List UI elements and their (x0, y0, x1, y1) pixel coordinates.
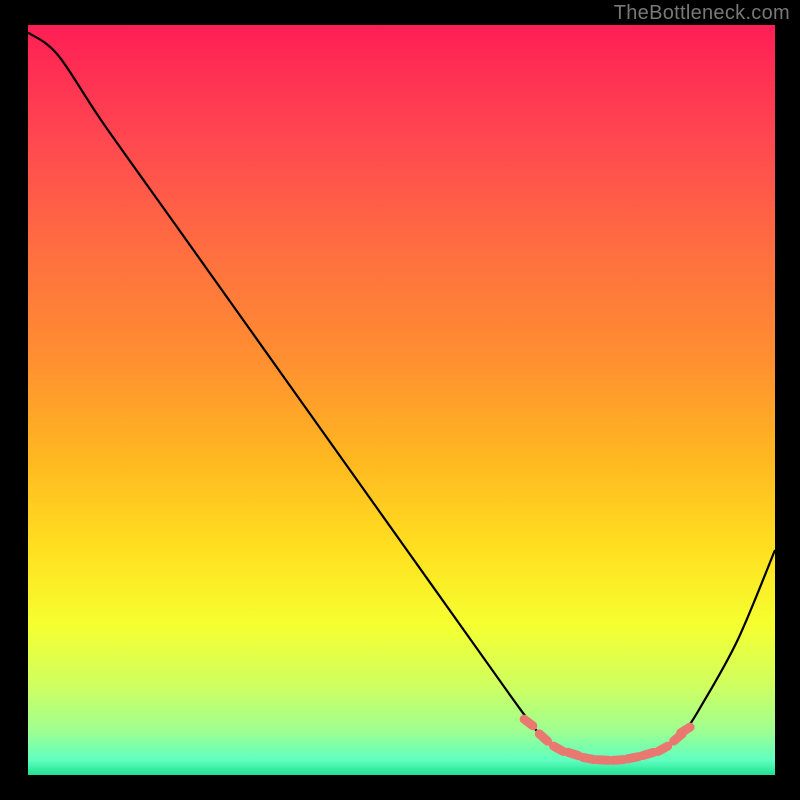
marker-point (524, 719, 533, 726)
marker-point (539, 734, 547, 741)
marker-point (568, 752, 578, 755)
marker-point (643, 752, 654, 755)
marker-point (628, 757, 639, 759)
marker-point (598, 760, 609, 761)
gradient-background (28, 25, 775, 775)
marker-point (554, 746, 564, 751)
watermark-text: TheBottleneck.com (614, 2, 790, 25)
marker-point (681, 727, 690, 733)
chart-svg (28, 25, 775, 775)
marker-point (583, 757, 594, 759)
marker-point (658, 746, 668, 751)
marker-point (613, 760, 624, 761)
chart-container (28, 25, 775, 775)
